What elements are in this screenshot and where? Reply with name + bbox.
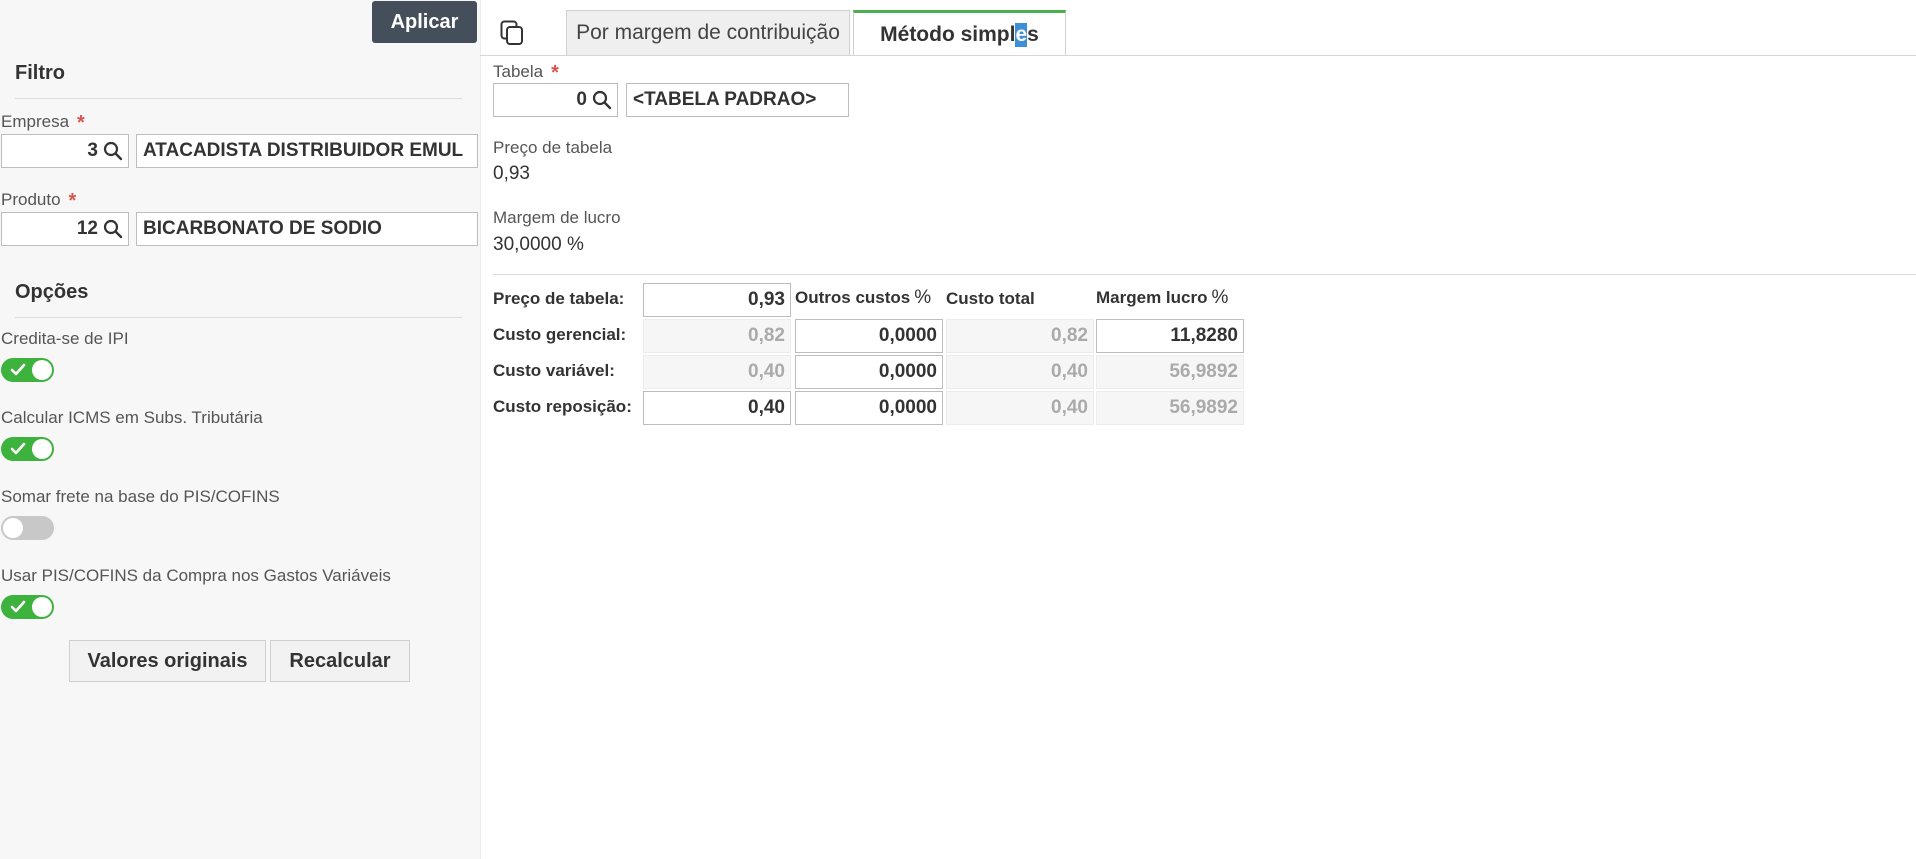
grid-label-preco-tabela: Preço de tabela: bbox=[493, 289, 625, 308]
empresa-code-value: 3 bbox=[87, 140, 98, 161]
header-margem-lucro: Margem lucro% bbox=[1096, 287, 1229, 308]
original-values-button[interactable]: Valores originais bbox=[69, 640, 266, 682]
margem-lucro-label: Margem de lucro bbox=[493, 208, 621, 227]
margem-lucro-value: 30,0000 % bbox=[493, 234, 584, 255]
row-label-custo-gerencial: Custo gerencial: bbox=[493, 325, 627, 344]
row-label-custo-reposicao: Custo reposição: bbox=[493, 397, 632, 416]
required-mark: * bbox=[551, 62, 559, 84]
check-icon bbox=[10, 363, 26, 376]
check-icon bbox=[10, 600, 26, 613]
option-label-pis-cofins: Usar PIS/COFINS da Compra nos Gastos Var… bbox=[1, 566, 391, 585]
search-icon[interactable] bbox=[591, 89, 613, 111]
search-icon[interactable] bbox=[102, 218, 124, 240]
copy-icon[interactable] bbox=[500, 20, 524, 51]
option-label-frete: Somar frete na base do PIS/COFINS bbox=[1, 487, 280, 506]
toggle-knob bbox=[3, 518, 23, 538]
custo-variavel-total: 0,40 bbox=[946, 355, 1094, 389]
recalculate-button[interactable]: Recalcular bbox=[270, 640, 410, 682]
tab-margem-contribuicao[interactable]: Por margem de contribuição bbox=[566, 10, 850, 55]
row-label-custo-variavel: Custo variável: bbox=[493, 361, 615, 380]
selected-text: e bbox=[1015, 22, 1028, 47]
preco-tabela-value: 0,93 bbox=[493, 163, 530, 184]
custo-gerencial-margem-input[interactable]: 11,8280 bbox=[1096, 319, 1244, 353]
tab-label-part: s bbox=[1027, 22, 1039, 46]
produto-code-value: 12 bbox=[76, 218, 98, 239]
required-mark: * bbox=[68, 190, 77, 212]
search-icon[interactable] bbox=[102, 140, 124, 162]
custo-variavel-outros-input[interactable]: 0,0000 bbox=[795, 355, 943, 389]
option-label-ipi: Credita-se de IPI bbox=[1, 329, 129, 348]
tabela-code-value: 0 bbox=[576, 89, 587, 110]
produto-name-field[interactable]: BICARBONATO DE SODIO bbox=[136, 212, 478, 246]
custo-reposicao-margem: 56,9892 bbox=[1096, 391, 1244, 425]
toggle-knob bbox=[32, 360, 52, 380]
header-custo-total: Custo total bbox=[946, 289, 1035, 308]
tabela-label: Tabela * bbox=[493, 62, 559, 84]
custo-reposicao-input[interactable]: 0,40 bbox=[643, 391, 791, 425]
tab-divider bbox=[480, 55, 1916, 56]
toggle-pis-cofins[interactable] bbox=[1, 595, 54, 619]
filter-sidebar: Aplicar Filtro Empresa * 3 ATACADISTA DIS… bbox=[0, 0, 481, 859]
filter-section-title: Filtro bbox=[15, 62, 65, 84]
preco-tabela-input[interactable]: 0,93 bbox=[643, 283, 791, 317]
empresa-name-field[interactable]: ATACADISTA DISTRIBUIDOR EMUL bbox=[136, 134, 478, 168]
tabela-code-field[interactable]: 0 bbox=[493, 83, 618, 117]
filter-divider bbox=[15, 98, 462, 99]
custo-reposicao-outros-input[interactable]: 0,0000 bbox=[795, 391, 943, 425]
produto-label: Produto * bbox=[1, 190, 77, 212]
toggle-icms[interactable] bbox=[1, 437, 54, 461]
empresa-label: Empresa * bbox=[1, 112, 85, 134]
toggle-knob bbox=[32, 597, 52, 617]
header-outros-custos: Outros custos% bbox=[795, 287, 932, 308]
toggle-frete[interactable] bbox=[1, 516, 54, 540]
check-icon bbox=[10, 442, 26, 455]
tabela-name-field[interactable]: <TABELA PADRAO> bbox=[626, 83, 849, 117]
option-label-icms: Calcular ICMS em Subs. Tributária bbox=[1, 408, 263, 427]
custo-variavel-margem: 56,9892 bbox=[1096, 355, 1244, 389]
empresa-code-field[interactable]: 3 bbox=[1, 134, 129, 168]
toggle-knob bbox=[32, 439, 52, 459]
tab-label-part: Método simpl bbox=[880, 22, 1016, 46]
tab-metodo-simples[interactable]: Método simpl e s bbox=[853, 10, 1066, 56]
apply-button[interactable]: Aplicar bbox=[372, 1, 477, 43]
custo-variavel-value: 0,40 bbox=[643, 355, 791, 389]
preco-tabela-label: Preço de tabela bbox=[493, 138, 613, 157]
custo-gerencial-total: 0,82 bbox=[946, 319, 1094, 353]
options-section-title: Opções bbox=[15, 281, 89, 303]
options-divider bbox=[15, 317, 462, 318]
custo-reposicao-total: 0,40 bbox=[946, 391, 1094, 425]
section-divider bbox=[493, 274, 1916, 275]
custo-gerencial-value: 0,82 bbox=[643, 319, 791, 353]
produto-code-field[interactable]: 12 bbox=[1, 212, 129, 246]
required-mark: * bbox=[77, 112, 85, 134]
custo-gerencial-outros-input[interactable]: 0,0000 bbox=[795, 319, 943, 353]
toggle-ipi[interactable] bbox=[1, 358, 54, 382]
